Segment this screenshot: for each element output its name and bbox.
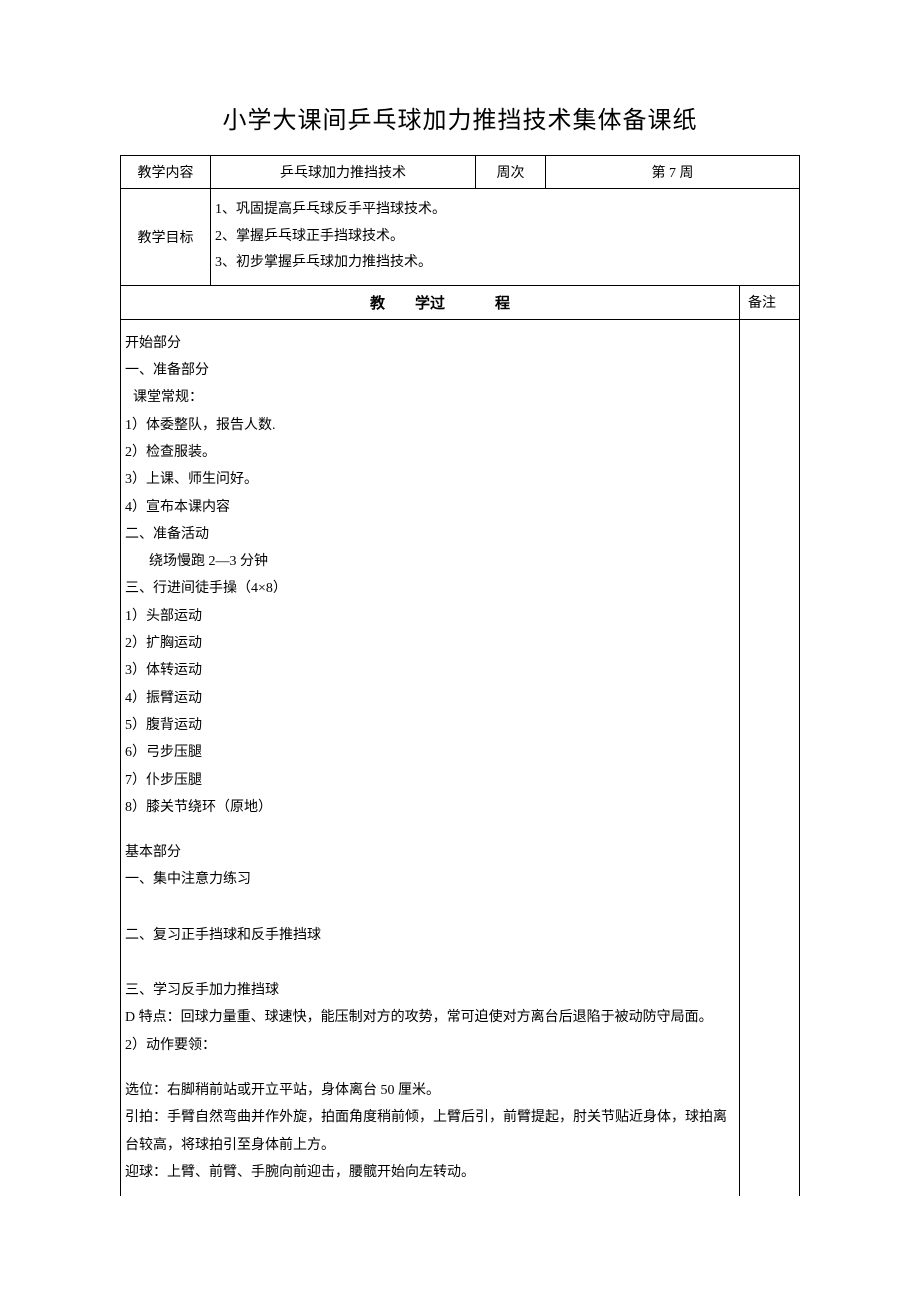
- body-line: 2）检查服装。: [125, 439, 735, 466]
- process-body-cell: 开始部分 一、准备部分 课堂常规： 1）体委整队，报告人数. 2）检查服装。 3…: [121, 319, 740, 1196]
- row-teaching-content: 教学内容 乒乓球加力推挡技术 周次 第 7 周: [121, 156, 800, 189]
- body-line: 8）膝关节绕环（原地）: [125, 794, 735, 821]
- remark-body-cell: [740, 319, 800, 1196]
- body-line: 选位：右脚稍前站或开立平站，身体离台 50 厘米。: [125, 1077, 735, 1104]
- body-line: 一、集中注意力练习: [125, 866, 735, 893]
- row-process-body: 开始部分 一、准备部分 课堂常规： 1）体委整队，报告人数. 2）检查服装。 3…: [121, 319, 800, 1196]
- goal-2: 2、掌握乒乓球正手挡球技术。: [215, 224, 795, 251]
- body-line: 1）体委整队，报告人数.: [125, 412, 735, 439]
- body-line: 一、准备部分: [125, 357, 735, 384]
- body-line: 开始部分: [125, 330, 735, 357]
- page-title: 小学大课间乒乓球加力推挡技术集体备课纸: [120, 100, 800, 135]
- header-xueguo: 学过: [385, 292, 445, 313]
- body-line: 引拍：手臂自然弯曲并作外旋，拍面角度稍前倾，上臂后引，前臂提起，肘关节贴近身体，…: [125, 1104, 735, 1159]
- value-week: 第 7 周: [546, 156, 800, 189]
- body-line: 三、行进间徒手操（4×8）: [125, 575, 735, 602]
- body-line: 1）头部运动: [125, 603, 735, 630]
- body-line: 课堂常规：: [125, 384, 735, 411]
- body-line: 绕场慢跑 2—3 分钟: [125, 548, 735, 575]
- goal-3: 3、初步掌握乒乓球加力推挡技术。: [215, 250, 795, 277]
- body-line: 3）上课、师生问好。: [125, 466, 735, 493]
- body-line: 基本部分: [125, 839, 735, 866]
- body-line: 二、复习正手挡球和反手推挡球: [125, 922, 735, 949]
- label-teaching-goals: 教学目标: [121, 189, 211, 286]
- body-line: 三、学习反手加力推挡球: [125, 977, 735, 1004]
- body-line: 6）弓步压腿: [125, 739, 735, 766]
- process-header-cell: 教 学过 程: [121, 285, 740, 319]
- header-cheng: 程: [495, 292, 595, 313]
- label-teaching-content: 教学内容: [121, 156, 211, 189]
- body-line: 4）振臂运动: [125, 685, 735, 712]
- header-jiao: 教: [325, 292, 385, 313]
- body-line: D 特点：回球力量重、球速快，能压制对方的攻势，常可迫使对方离台后退陷于被动防守…: [125, 1004, 735, 1031]
- lesson-table: 教学内容 乒乓球加力推挡技术 周次 第 7 周 教学目标 1、巩固提高乒乓球反手…: [120, 155, 800, 1196]
- body-line: 7）仆步压腿: [125, 767, 735, 794]
- value-teaching-goals: 1、巩固提高乒乓球反手平挡球技术。 2、掌握乒乓球正手挡球技术。 3、初步掌握乒…: [211, 189, 800, 286]
- header-remark: 备注: [740, 285, 800, 319]
- body-line: 5）腹背运动: [125, 712, 735, 739]
- body-line: 3）体转运动: [125, 657, 735, 684]
- body-line: 二、准备活动: [125, 521, 735, 548]
- body-line: 4）宣布本课内容: [125, 494, 735, 521]
- body-line: 迎球：上臂、前臂、手腕向前迎击，腰髋开始向左转动。: [125, 1159, 735, 1186]
- goal-1: 1、巩固提高乒乓球反手平挡球技术。: [215, 197, 795, 224]
- body-line: 2）扩胸运动: [125, 630, 735, 657]
- row-process-header: 教 学过 程 备注: [121, 285, 800, 319]
- body-line: 2）动作要领：: [125, 1032, 735, 1059]
- label-week: 周次: [476, 156, 546, 189]
- row-teaching-goals: 教学目标 1、巩固提高乒乓球反手平挡球技术。 2、掌握乒乓球正手挡球技术。 3、…: [121, 189, 800, 286]
- value-teaching-content: 乒乓球加力推挡技术: [211, 156, 476, 189]
